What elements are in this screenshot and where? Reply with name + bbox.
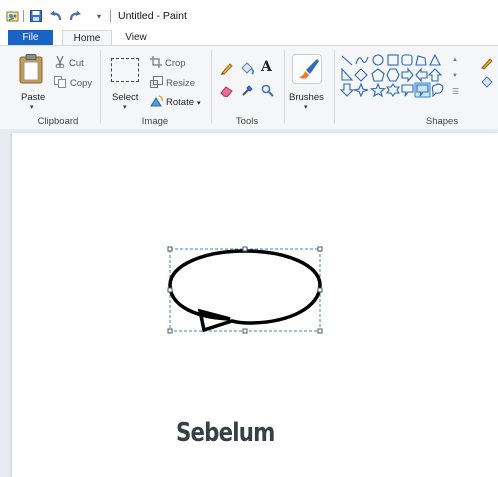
group-divider (211, 50, 212, 124)
rounded-rectangle-shape-icon[interactable] (401, 54, 413, 66)
eraser-icon[interactable] (220, 85, 234, 100)
scissors-icon (54, 55, 66, 71)
title-bar: ▾ Untitled - Paint (0, 0, 498, 30)
redo-icon[interactable] (67, 9, 83, 23)
tab-home[interactable]: Home (62, 30, 112, 46)
resize-button[interactable]: Resize (150, 76, 195, 91)
speech-bubble-shape (168, 249, 322, 333)
brush-icon (292, 54, 322, 87)
up-arrow-shape-icon[interactable] (427, 68, 443, 82)
tab-file[interactable]: File (8, 30, 53, 45)
five-point-star-shape-icon[interactable] (370, 82, 386, 98)
brushes-dropdown-icon: ▾ (304, 104, 308, 111)
pencil-icon[interactable] (220, 61, 234, 78)
image-group-label: Image (141, 116, 169, 127)
paste-icon (19, 54, 43, 87)
down-arrow-shape-icon[interactable] (339, 83, 355, 97)
brushes-label: Brushes (289, 92, 324, 103)
customize-quick-access-icon[interactable]: ▾ (94, 9, 104, 23)
separator (23, 10, 24, 22)
four-point-star-shape-icon[interactable] (353, 82, 369, 98)
group-divider (334, 50, 335, 124)
paste-label: Paste (21, 92, 46, 103)
cut-label: Cut (69, 58, 84, 69)
copy-label: Copy (70, 78, 93, 89)
separator (110, 10, 111, 22)
tab-view[interactable]: View (116, 30, 156, 45)
paste-button[interactable]: Paste ▾ (7, 52, 47, 112)
rounded-rectangular-callout-shape-icon[interactable] (401, 84, 414, 97)
callout-selection[interactable] (166, 245, 326, 337)
select-button[interactable]: Select ▾ (107, 52, 143, 112)
fill-icon[interactable] (240, 61, 255, 78)
rotate-label: Rotate (166, 97, 194, 108)
right-arrow-shape-icon[interactable] (401, 67, 414, 83)
polygon-shape-icon[interactable] (415, 55, 427, 66)
oval-shape-icon[interactable] (372, 54, 384, 66)
rotate-button[interactable]: Rotate ▾ (150, 95, 201, 110)
tools-group-label: Tools (235, 116, 259, 127)
magnifier-icon[interactable] (261, 84, 274, 100)
ribbon-tabs: File Home View (0, 30, 498, 46)
ribbon: Paste ▾ Cut Copy Clipboard Select ▾ Crop… (0, 45, 498, 130)
paste-dropdown-icon: ▾ (30, 104, 34, 111)
resize-icon (150, 76, 163, 91)
select-dropdown-icon: ▾ (123, 104, 127, 111)
crop-icon (150, 56, 162, 71)
text-icon[interactable]: A (261, 59, 272, 75)
right-triangle-shape-icon[interactable] (341, 67, 354, 81)
rotate-dropdown-icon: ▾ (197, 99, 201, 107)
undo-icon[interactable] (48, 9, 64, 23)
line-shape-icon[interactable] (341, 55, 353, 66)
shapes-gallery: ▲ ▼ ☰ (339, 53, 462, 110)
six-point-star-shape-icon[interactable] (385, 83, 401, 97)
shapes-scroll-up-icon[interactable]: ▲ (452, 57, 458, 63)
triangle-shape-icon[interactable] (429, 53, 441, 66)
crop-button[interactable]: Crop (150, 56, 186, 71)
paint-app-icon (6, 9, 20, 23)
group-divider (100, 50, 101, 124)
copy-button[interactable]: Copy (54, 76, 92, 91)
pentagon-shape-icon[interactable] (371, 68, 385, 82)
left-arrow-shape-icon[interactable] (415, 67, 428, 83)
select-icon (111, 58, 139, 82)
clipboard-group-label: Clipboard (37, 116, 79, 127)
resize-label: Resize (166, 78, 196, 89)
caption-text: Sebelum (176, 418, 275, 448)
rectangle-shape-icon[interactable] (387, 54, 399, 66)
outline-icon[interactable] (480, 56, 494, 73)
cloud-callout-shape-icon[interactable] (431, 83, 444, 98)
selected-callout-shape-icon[interactable] (414, 82, 431, 98)
diamond-shape-icon[interactable] (354, 68, 368, 82)
rotate-icon (150, 95, 163, 110)
fill-shape-icon[interactable] (480, 76, 494, 91)
window-title: Untitled - Paint (118, 10, 187, 22)
shapes-group-label: Shapes (425, 116, 459, 127)
shapes-scroll-down-icon[interactable]: ▼ (452, 73, 458, 79)
brushes-button[interactable]: Brushes ▾ (287, 51, 329, 113)
cut-button[interactable]: Cut (54, 55, 84, 71)
shapes-more-icon[interactable]: ☰ (452, 87, 459, 96)
save-icon[interactable] (29, 9, 43, 23)
curve-shape-icon[interactable] (355, 56, 369, 65)
crop-label: Crop (165, 58, 186, 69)
select-label: Select (112, 92, 139, 103)
group-divider (284, 50, 285, 124)
color-picker-icon[interactable] (241, 84, 254, 100)
hexagon-shape-icon[interactable] (386, 68, 400, 82)
copy-icon (54, 76, 67, 91)
